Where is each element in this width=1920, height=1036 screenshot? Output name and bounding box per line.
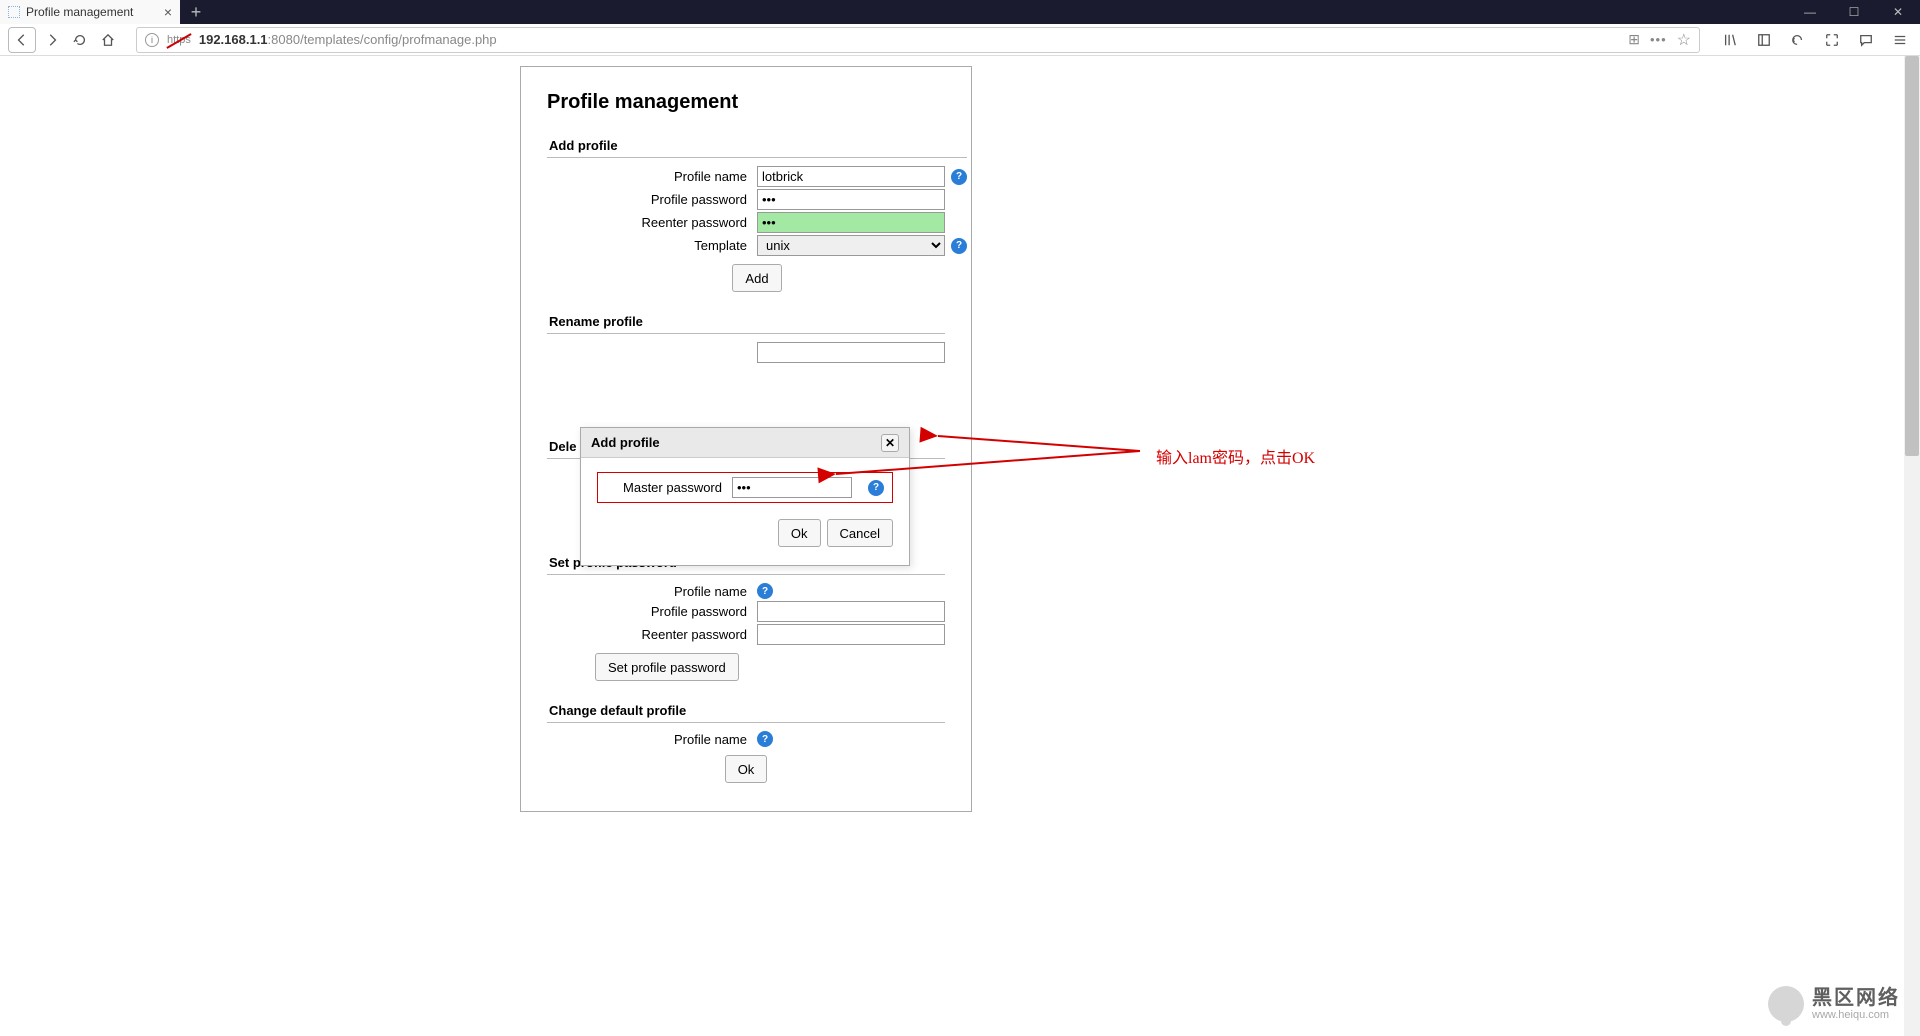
favicon-icon xyxy=(8,6,20,18)
undo-icon[interactable] xyxy=(1786,28,1810,52)
change-default-legend: Change default profile xyxy=(547,699,945,723)
chat-icon[interactable] xyxy=(1854,28,1878,52)
menu-icon[interactable] xyxy=(1888,28,1912,52)
window-close-button[interactable]: ✕ xyxy=(1876,0,1920,24)
watermark-icon xyxy=(1768,986,1804,1022)
help-icon[interactable]: ? xyxy=(868,480,884,496)
rename-profile-section: Rename profile xyxy=(547,310,945,425)
reenter-password-label: Reenter password xyxy=(547,215,757,230)
help-icon[interactable]: ? xyxy=(757,583,773,599)
watermark-title: 黑区网络 xyxy=(1812,987,1900,1009)
help-icon[interactable]: ? xyxy=(951,169,967,185)
master-password-label: Master password xyxy=(606,480,722,495)
scrollbar[interactable] xyxy=(1904,56,1920,1036)
profile-password-label: Profile password xyxy=(547,192,757,207)
rename-profile-legend: Rename profile xyxy=(547,310,945,334)
address-bar[interactable]: i https 192.168.1.1:8080/templates/confi… xyxy=(136,27,1700,53)
setpw-password-input[interactable] xyxy=(757,601,945,622)
setpw-reenter-input[interactable] xyxy=(757,624,945,645)
browser-tabbar: Profile management × + — ☐ ✕ xyxy=(0,0,1920,24)
profile-password-input[interactable] xyxy=(757,189,945,210)
set-password-button[interactable]: Set profile password xyxy=(595,653,739,681)
master-password-row: Master password ? xyxy=(597,472,893,503)
dialog-close-button[interactable]: ✕ xyxy=(881,434,899,452)
reenter-password-input[interactable] xyxy=(757,212,945,233)
add-profile-legend: Add profile xyxy=(547,134,967,158)
template-select[interactable]: unix xyxy=(757,235,945,256)
rename-input[interactable] xyxy=(757,342,945,363)
dialog-title: Add profile xyxy=(591,435,660,450)
set-password-section: Set profile password Profile name ? Prof… xyxy=(547,551,945,689)
qr-icon[interactable]: ⊞ xyxy=(1628,31,1640,48)
browser-tab[interactable]: Profile management × xyxy=(0,0,180,24)
profile-name-label: Profile name xyxy=(547,169,757,184)
browser-navbar: i https 192.168.1.1:8080/templates/confi… xyxy=(0,24,1920,56)
add-profile-dialog: Add profile ✕ Master password ? Ok Cance… xyxy=(580,427,910,566)
home-button[interactable] xyxy=(96,28,120,52)
back-button[interactable] xyxy=(8,27,36,53)
page-actions-icon[interactable]: ••• xyxy=(1650,32,1667,47)
sidebar-icon[interactable] xyxy=(1752,28,1776,52)
setpw-name-label: Profile name xyxy=(547,584,757,599)
forward-button[interactable] xyxy=(40,28,64,52)
page-viewport: Profile management Add profile Profile n… xyxy=(0,56,1920,1036)
help-icon[interactable]: ? xyxy=(951,238,967,254)
scrollbar-thumb[interactable] xyxy=(1905,56,1919,456)
library-icon[interactable] xyxy=(1718,28,1742,52)
add-button[interactable]: Add xyxy=(732,264,781,292)
add-profile-section: Add profile Profile name ? Profile passw… xyxy=(547,134,967,300)
help-icon[interactable]: ? xyxy=(757,731,773,747)
setpw-reenter-label: Reenter password xyxy=(547,627,757,642)
profile-name-input[interactable] xyxy=(757,166,945,187)
ok-button[interactable]: Ok xyxy=(725,755,768,783)
change-name-label: Profile name xyxy=(547,732,757,747)
master-password-input[interactable] xyxy=(732,477,852,498)
new-tab-button[interactable]: + xyxy=(180,0,212,24)
watermark-url: www.heiqu.com xyxy=(1812,1009,1900,1021)
window-maximize-button[interactable]: ☐ xyxy=(1832,0,1876,24)
page-title: Profile management xyxy=(547,91,945,114)
url-text: 192.168.1.1:8080/templates/config/profma… xyxy=(199,32,1620,47)
tab-close-icon[interactable]: × xyxy=(164,4,172,20)
reload-button[interactable] xyxy=(68,28,92,52)
window-minimize-button[interactable]: — xyxy=(1788,0,1832,24)
watermark: 黑区网络 www.heiqu.com xyxy=(1768,986,1900,1022)
bookmark-icon[interactable]: ☆ xyxy=(1677,30,1691,50)
info-icon[interactable]: i xyxy=(145,33,159,47)
dialog-cancel-button[interactable]: Cancel xyxy=(827,519,893,547)
tab-title: Profile management xyxy=(26,5,158,19)
template-label: Template xyxy=(547,238,757,253)
setpw-password-label: Profile password xyxy=(547,604,757,619)
annotation-text: 输入lam密码，点击OK xyxy=(1156,444,1315,468)
insecure-icon: https xyxy=(167,34,191,46)
dialog-ok-button[interactable]: Ok xyxy=(778,519,821,547)
change-default-section: Change default profile Profile name ? Ok xyxy=(547,699,945,791)
screenshot-icon[interactable] xyxy=(1820,28,1844,52)
